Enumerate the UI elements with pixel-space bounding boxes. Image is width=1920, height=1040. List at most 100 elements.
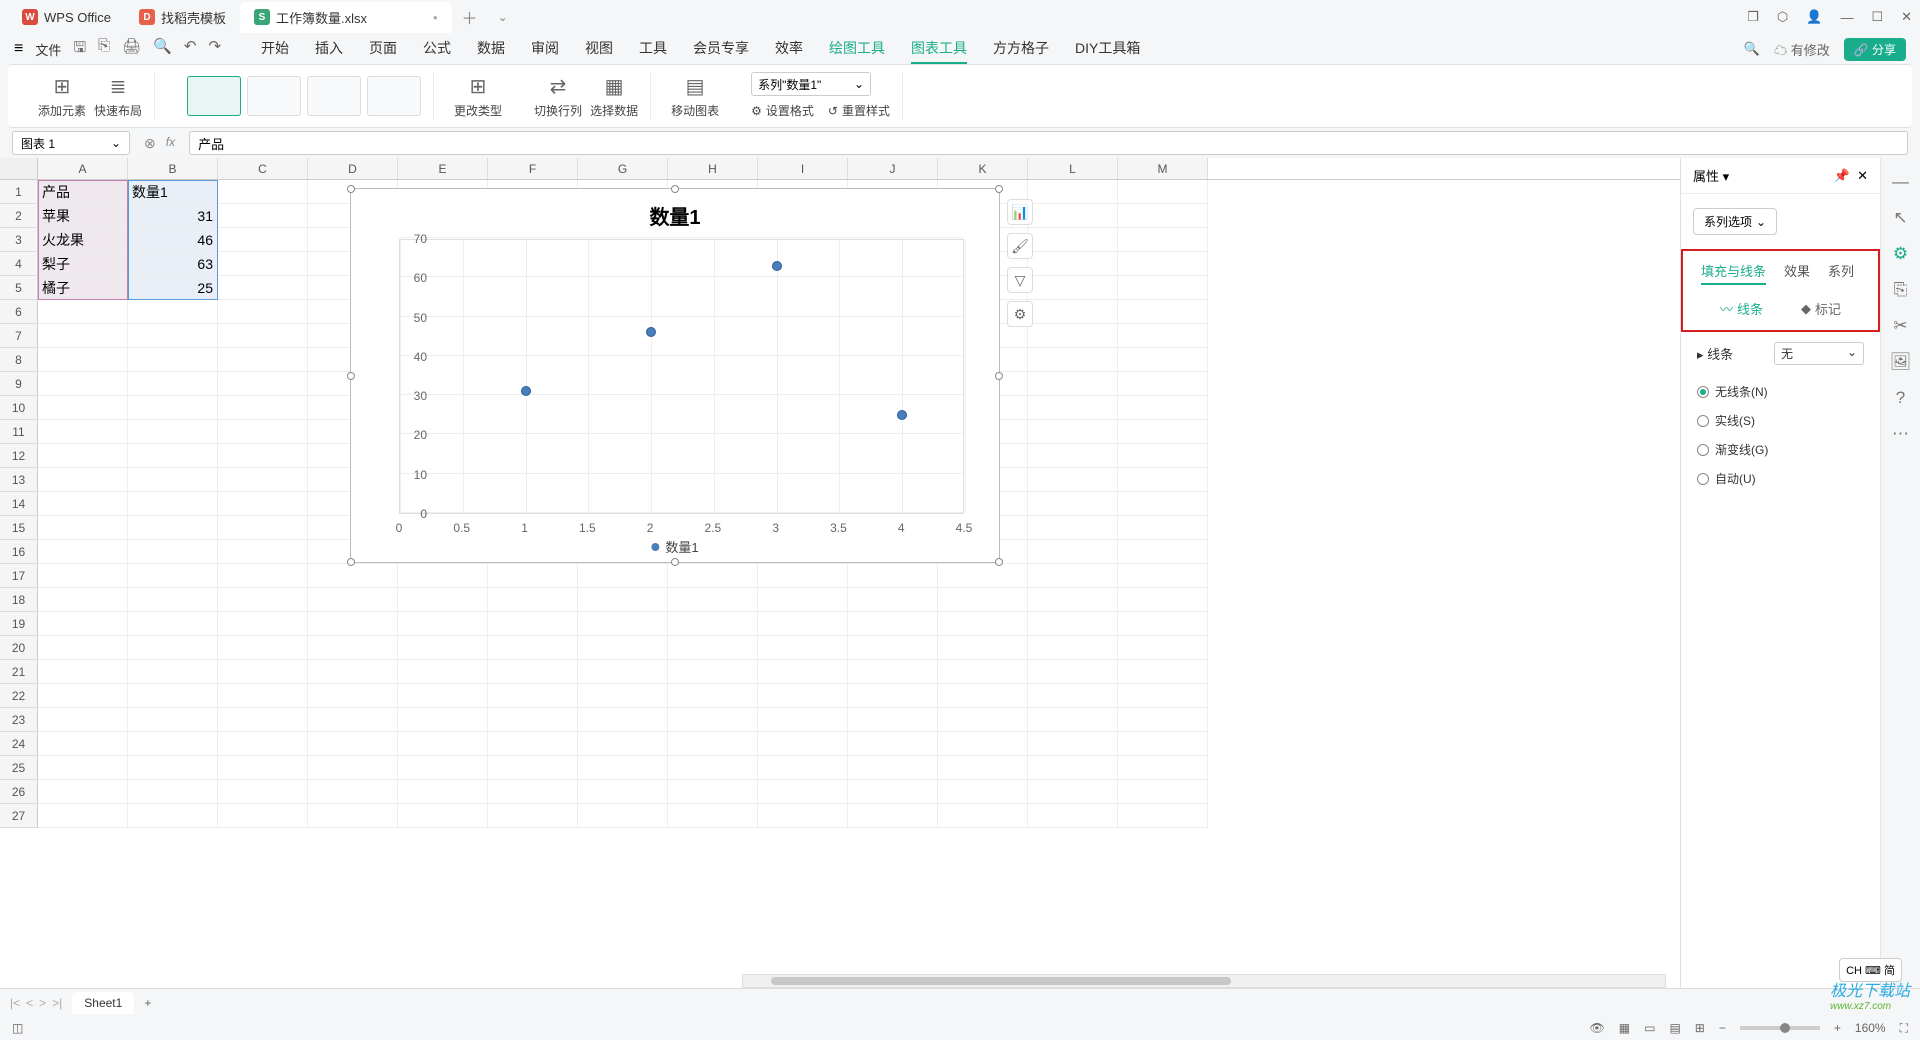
row-header[interactable]: 23 xyxy=(0,708,38,732)
cell[interactable] xyxy=(1028,564,1118,588)
cell[interactable] xyxy=(398,756,488,780)
ruler-tool-icon[interactable]: ✂ xyxy=(1893,316,1907,336)
chart-style-2[interactable] xyxy=(247,76,301,116)
line-radio-option[interactable]: 渐变线(G) xyxy=(1697,435,1864,464)
add-sheet-button[interactable]: + xyxy=(144,996,151,1010)
cell[interactable] xyxy=(1028,420,1118,444)
cell[interactable] xyxy=(668,804,758,828)
row-header[interactable]: 2 xyxy=(0,204,38,228)
cell[interactable] xyxy=(758,708,848,732)
cell[interactable] xyxy=(128,492,218,516)
row-header[interactable]: 8 xyxy=(0,348,38,372)
cell[interactable] xyxy=(38,324,128,348)
cell[interactable] xyxy=(758,588,848,612)
ribbon-tab-13[interactable]: DIY工具箱 xyxy=(1075,34,1140,64)
ribbon-tab-8[interactable]: 会员专享 xyxy=(693,34,749,64)
cell[interactable] xyxy=(308,588,398,612)
subtab-line[interactable]: 〰 线条 xyxy=(1720,299,1763,318)
chart-legend[interactable]: 数量1 xyxy=(651,537,698,556)
cell[interactable] xyxy=(38,612,128,636)
cell[interactable] xyxy=(38,348,128,372)
row-header[interactable]: 9 xyxy=(0,372,38,396)
app-tab-document[interactable]: S 工作簿数量.xlsx • xyxy=(240,2,452,33)
cell[interactable] xyxy=(1118,468,1208,492)
resize-handle[interactable] xyxy=(995,372,1003,380)
save-icon[interactable]: 🖫 xyxy=(73,37,86,62)
cell[interactable] xyxy=(1118,348,1208,372)
cell[interactable] xyxy=(308,636,398,660)
cell[interactable] xyxy=(1118,372,1208,396)
cell[interactable] xyxy=(668,636,758,660)
cell[interactable] xyxy=(1118,636,1208,660)
cell[interactable] xyxy=(218,564,308,588)
cell[interactable] xyxy=(758,732,848,756)
col-header[interactable]: C xyxy=(218,158,308,179)
cell[interactable] xyxy=(758,780,848,804)
cell[interactable] xyxy=(128,540,218,564)
chart-title[interactable]: 数量1 xyxy=(351,189,999,230)
cell[interactable] xyxy=(488,564,578,588)
next-sheet-button[interactable]: > xyxy=(39,996,46,1010)
cell[interactable] xyxy=(578,636,668,660)
maximize-button[interactable]: ☐ xyxy=(1871,9,1883,25)
cell[interactable] xyxy=(578,612,668,636)
property-tab[interactable]: 填充与线条 xyxy=(1701,261,1766,285)
cell[interactable] xyxy=(38,516,128,540)
cell[interactable] xyxy=(938,684,1028,708)
image-tool-icon[interactable]: 🖼 xyxy=(1890,352,1912,372)
cell[interactable] xyxy=(398,780,488,804)
row-header[interactable]: 15 xyxy=(0,516,38,540)
cell[interactable] xyxy=(218,252,308,276)
cell[interactable] xyxy=(398,684,488,708)
cell[interactable] xyxy=(848,660,938,684)
cell[interactable] xyxy=(38,468,128,492)
chart-style-1[interactable] xyxy=(187,76,241,116)
reset-style-button[interactable]: ↺ 重置样式 xyxy=(828,102,890,119)
name-box[interactable]: 图表 1⌄ xyxy=(12,131,130,155)
cell[interactable] xyxy=(1118,588,1208,612)
cell[interactable] xyxy=(218,180,308,204)
ribbon-tab-0[interactable]: 开始 xyxy=(261,34,289,64)
cell[interactable] xyxy=(1028,228,1118,252)
view-break-icon[interactable]: ⊞ xyxy=(1695,1021,1705,1035)
app-tab-wps[interactable]: W WPS Office xyxy=(8,3,125,31)
window-multi-icon[interactable]: ❐ xyxy=(1747,9,1759,25)
print-icon[interactable]: 🖨 xyxy=(122,37,141,62)
cell[interactable] xyxy=(578,732,668,756)
cell[interactable] xyxy=(1028,276,1118,300)
cell[interactable] xyxy=(1118,516,1208,540)
cell[interactable] xyxy=(218,708,308,732)
cell[interactable] xyxy=(398,708,488,732)
select-all-corner[interactable] xyxy=(0,158,38,179)
row-header[interactable]: 25 xyxy=(0,756,38,780)
cell[interactable] xyxy=(218,396,308,420)
cell[interactable] xyxy=(218,636,308,660)
ribbon-tab-6[interactable]: 视图 xyxy=(585,34,613,64)
cell[interactable] xyxy=(938,780,1028,804)
chart-style-4[interactable] xyxy=(367,76,421,116)
resize-handle[interactable] xyxy=(995,185,1003,193)
cloud-modified[interactable]: ☁ 有修改 xyxy=(1774,40,1830,59)
cell[interactable] xyxy=(758,564,848,588)
cell[interactable] xyxy=(128,300,218,324)
ribbon-tab-3[interactable]: 公式 xyxy=(423,34,451,64)
cell[interactable] xyxy=(1118,564,1208,588)
cell[interactable] xyxy=(308,804,398,828)
chart-style-3[interactable] xyxy=(307,76,361,116)
cell[interactable] xyxy=(848,564,938,588)
cell[interactable] xyxy=(1118,684,1208,708)
cell[interactable] xyxy=(758,804,848,828)
cell[interactable] xyxy=(218,612,308,636)
pin-icon[interactable]: 📌 xyxy=(1834,168,1850,183)
cell[interactable] xyxy=(128,444,218,468)
cell[interactable] xyxy=(218,444,308,468)
cell[interactable] xyxy=(1028,324,1118,348)
cell[interactable] xyxy=(938,708,1028,732)
export-tool-icon[interactable]: ⎘ xyxy=(1894,280,1908,300)
cell[interactable] xyxy=(1028,204,1118,228)
cell[interactable]: 橘子 xyxy=(38,276,128,300)
cell[interactable] xyxy=(578,564,668,588)
col-header[interactable]: H xyxy=(668,158,758,179)
cell[interactable] xyxy=(218,780,308,804)
cell[interactable] xyxy=(1028,516,1118,540)
